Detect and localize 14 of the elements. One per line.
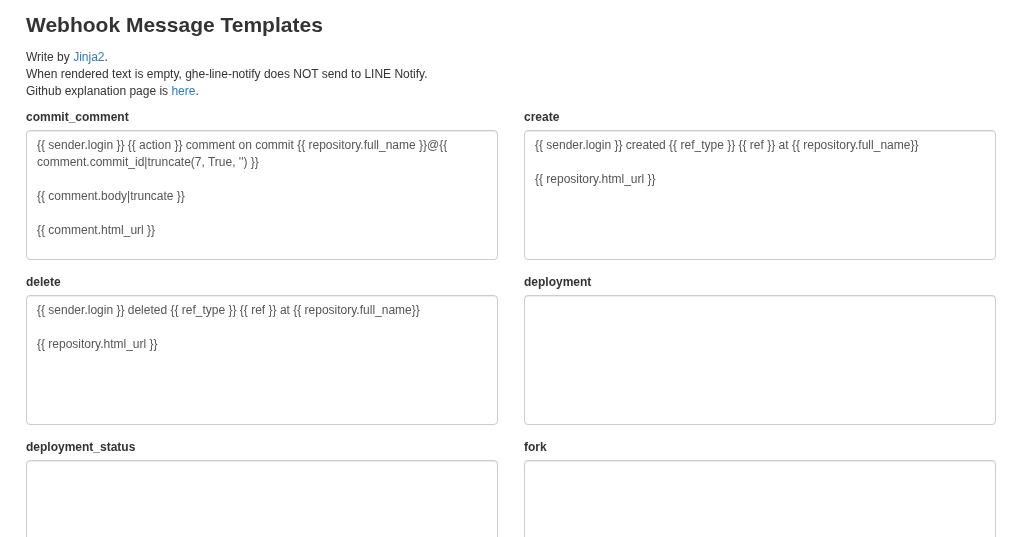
field-label: commit_comment [26,109,130,125]
intro-text: When rendered text is empty, ghe-line-notify does NOT send to LINE Notify. [26,66,429,83]
intro-text: Write by Jinja2. [26,49,109,66]
field-label: deployment [524,274,593,290]
field-label: fork [524,439,548,455]
template-field[interactable]: {{ sender.login }} created {{ ref_type }} {{ ref }} at {{ repository.full_name}} {{ repository.html_url }} [524,130,996,260]
template-field[interactable]: {{ sender.login }} {{ action }} comment on commit {{ repository.full_name }}@{{ comment.commit_id|truncate(7, True, '') }} {{ comment.body|truncate }} {{ comment.html_url }} [26,130,498,260]
field-label: delete [26,274,62,290]
field-label: create [524,109,561,125]
template-field[interactable]: {{ sender.login }} deleted {{ ref_type }} {{ ref }} at {{ repository.full_name}} {{ repository.html_url }} [26,295,498,425]
page-title: Webhook Message Templates [26,12,324,38]
intro-text: Github explanation page is here. [26,83,200,100]
field-label: deployment_status [26,439,137,455]
template-field[interactable] [524,295,996,425]
